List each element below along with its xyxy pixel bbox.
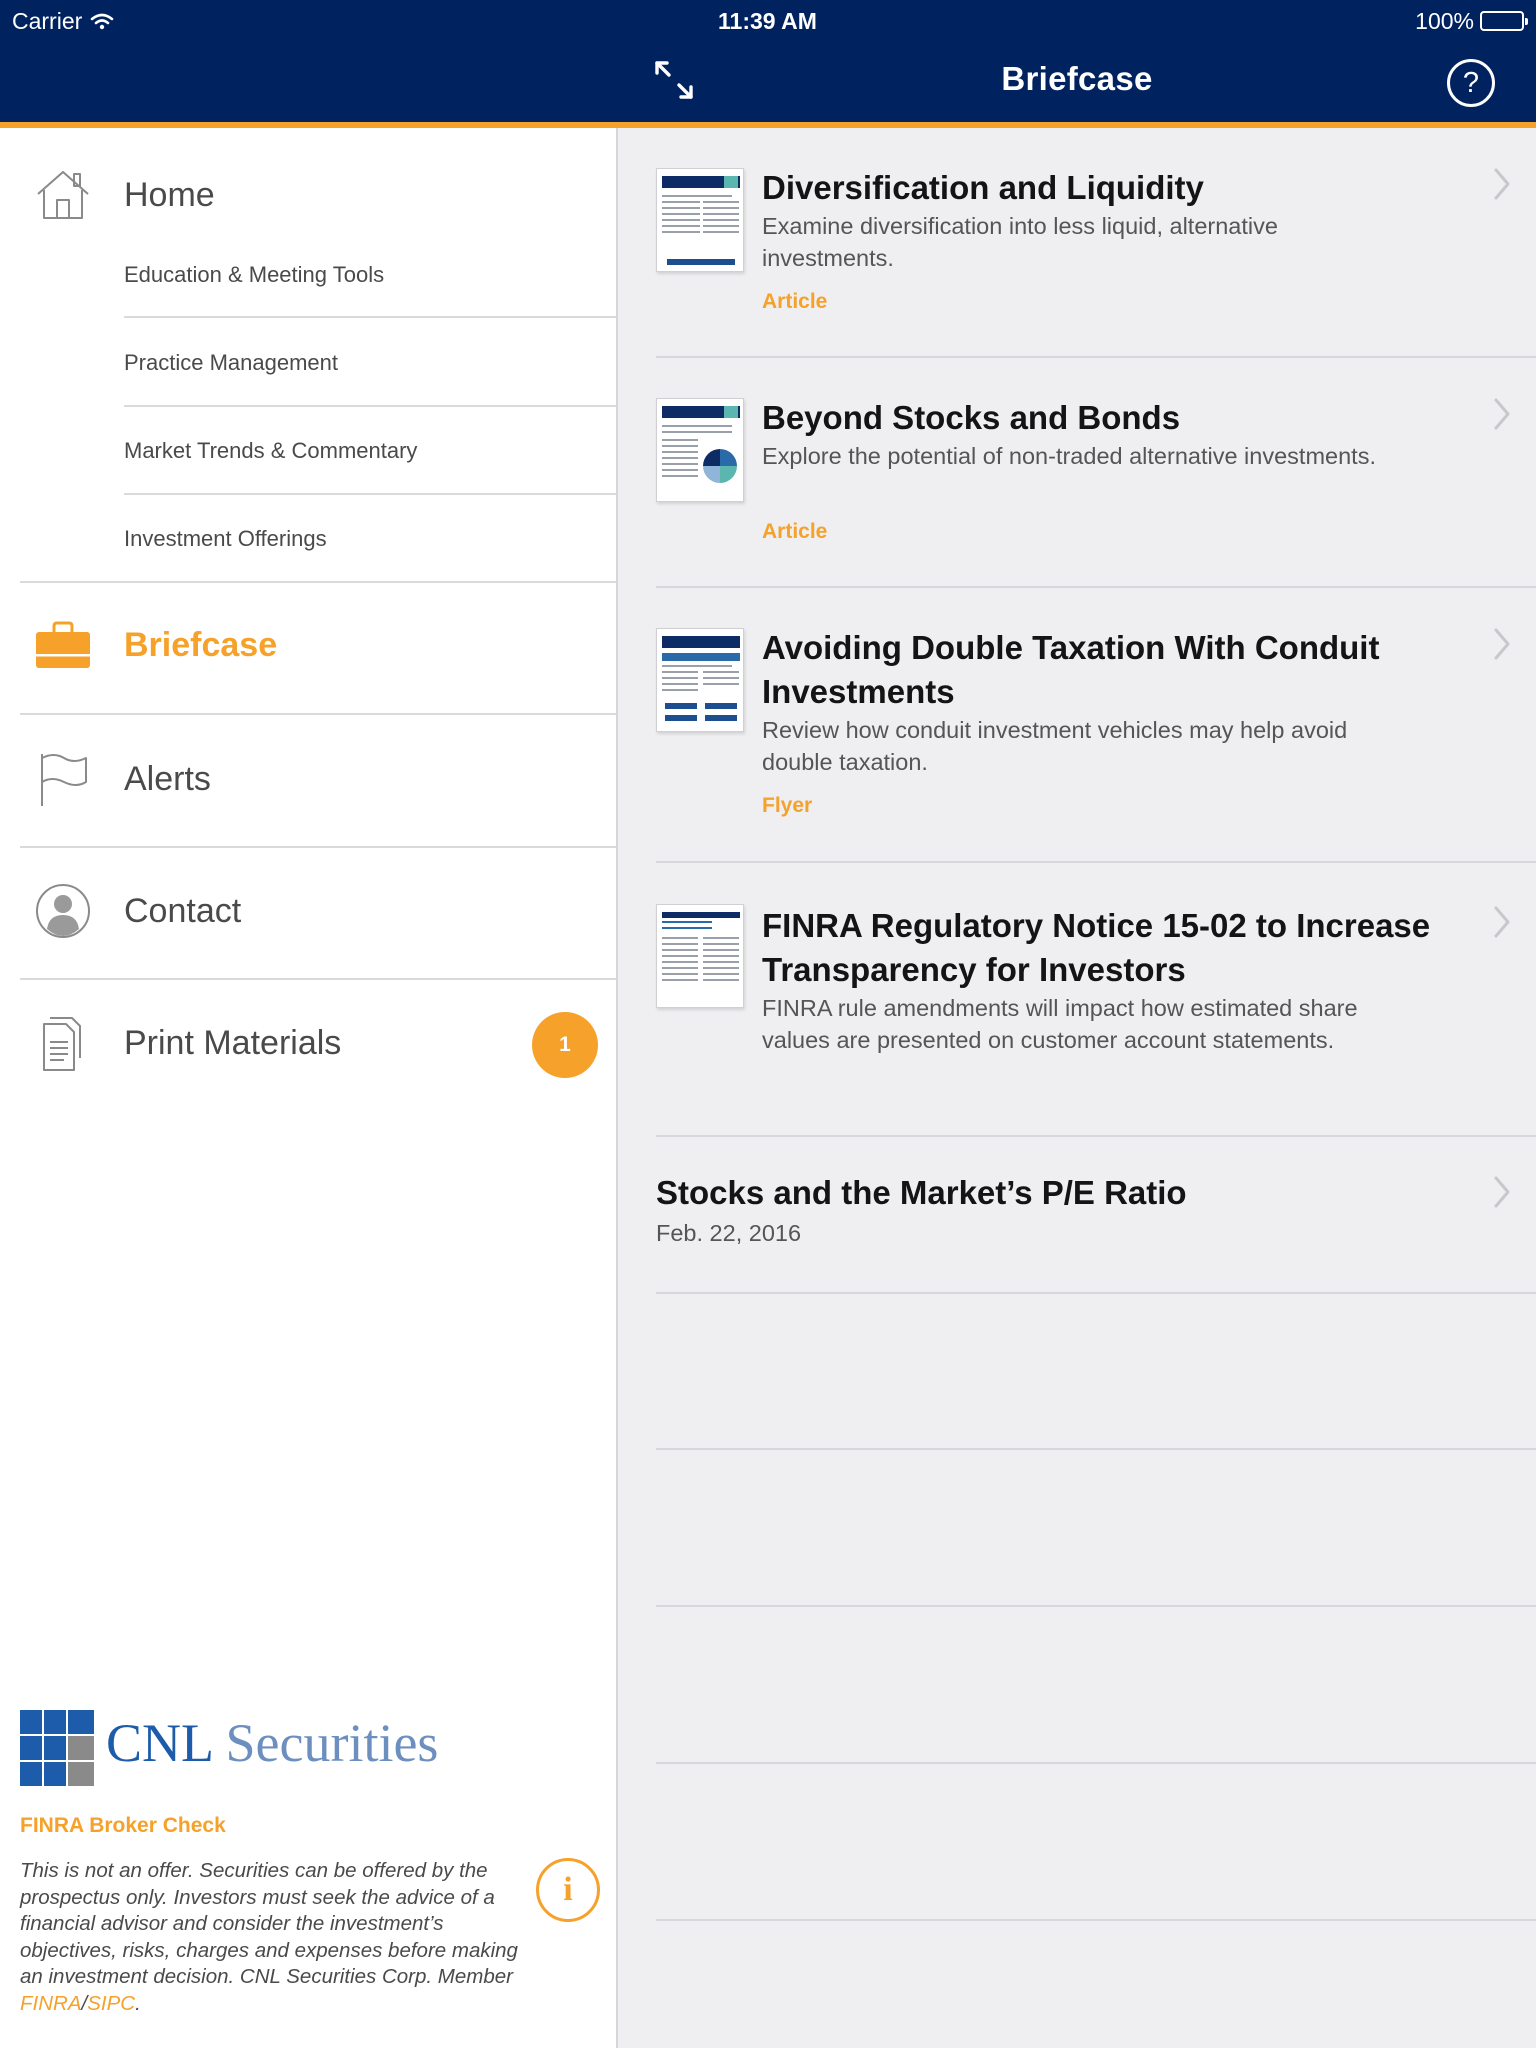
disclaimer-end: .: [135, 1991, 141, 2015]
status-time: 11:39 AM: [718, 8, 817, 34]
document-thumbnail: [656, 628, 744, 732]
divider: [20, 846, 616, 848]
chevron-right-icon: [1494, 168, 1510, 200]
divider: [656, 1135, 1536, 1137]
item-date: Feb. 22, 2016: [656, 1220, 802, 1246]
document-icon: [43, 1017, 81, 1071]
briefcase-icon: [36, 621, 90, 668]
document-thumbnail: [656, 904, 744, 1008]
home-icon: [37, 171, 89, 219]
page-title: Briefcase: [1001, 60, 1153, 97]
document-thumbnail: [656, 398, 744, 502]
status-carrier: Carrier: [12, 6, 114, 36]
sidebar-subitem-market-trends[interactable]: Market Trends & Commentary: [124, 438, 417, 464]
divider: [124, 316, 616, 318]
disclaimer-body: This is not an offer. Securities can be …: [20, 1859, 518, 1988]
chevron-right-icon: [1494, 906, 1510, 938]
logo-mark: [20, 1710, 94, 1786]
item-type-label: Flyer: [762, 794, 813, 817]
item-title: Beyond Stocks and Bonds: [762, 399, 1181, 436]
wifi-icon: [90, 13, 114, 30]
chevron-right-icon: [1494, 628, 1510, 660]
chevron-right-icon: [1494, 1176, 1510, 1208]
briefcase-item[interactable]: Avoiding Double Taxation With Conduit In…: [656, 626, 1536, 862]
battery-icon: [1480, 11, 1528, 31]
chevron-right-icon: [1494, 398, 1510, 430]
sidebar-item-label: Home: [124, 176, 215, 214]
document-thumbnail: [656, 168, 744, 272]
disclaimer-text: This is not an offer. Securities can be …: [20, 1858, 540, 2017]
person-icon: [36, 884, 90, 938]
notification-badge: 1: [532, 1012, 598, 1078]
sipc-link[interactable]: SIPC: [87, 1992, 135, 2015]
divider: [656, 1292, 1536, 1294]
sidebar-subitem-investment-offerings[interactable]: Investment Offerings: [124, 526, 327, 552]
info-button[interactable]: i: [536, 1858, 600, 1922]
divider: [20, 713, 616, 715]
item-description: FINRA rule amendments will impact how es…: [762, 995, 1358, 1053]
item-title: FINRA Regulatory Notice 15-02 to Increas…: [762, 907, 1431, 988]
item-title: Avoiding Double Taxation With Conduit In…: [762, 629, 1380, 710]
logo-securities: Securities: [225, 1713, 439, 1773]
divider: [656, 586, 1536, 588]
sidebar-subitem-practice[interactable]: Practice Management: [124, 350, 338, 376]
divider: [656, 1762, 1536, 1764]
divider: [656, 1919, 1536, 1921]
logo-wordmark: CNL Securities: [106, 1712, 438, 1774]
briefcase-item[interactable]: FINRA Regulatory Notice 15-02 to Increas…: [656, 904, 1536, 1134]
divider: [656, 1605, 1536, 1607]
briefcase-item[interactable]: Beyond Stocks and Bonds Explore the pote…: [656, 396, 1536, 586]
divider: [656, 861, 1536, 863]
item-type-label: Article: [762, 290, 828, 313]
help-button[interactable]: ?: [1447, 59, 1495, 107]
battery-label: 100%: [1415, 8, 1474, 34]
flag-icon: [41, 754, 87, 806]
divider: [20, 978, 616, 980]
item-description: Explore the potential of non-traded alte…: [762, 443, 1376, 469]
logo-cnl: CNL: [106, 1713, 212, 1773]
cnl-securities-logo: CNL Securities: [20, 1710, 480, 1790]
sidebar-item-briefcase[interactable]: Briefcase: [0, 616, 616, 676]
sidebar-item-label: Print Materials: [124, 1024, 342, 1062]
sidebar-item-label: Briefcase: [124, 626, 278, 664]
sidebar-item-label: Alerts: [124, 760, 211, 798]
item-description: Review how conduit investment vehicles m…: [762, 717, 1348, 775]
item-title[interactable]: Stocks and the Market’s P/E Ratio: [656, 1174, 1187, 1212]
item-type-label: Article: [762, 520, 828, 543]
status-battery: 100%: [1415, 6, 1528, 36]
carrier-label: Carrier: [12, 8, 83, 34]
divider: [20, 581, 616, 583]
briefcase-item[interactable]: Diversification and Liquidity Examine di…: [656, 166, 1536, 356]
finra-link[interactable]: FINRA: [20, 1992, 82, 2015]
sidebar-subitem-education[interactable]: Education & Meeting Tools: [124, 262, 384, 288]
sidebar-item-alerts[interactable]: Alerts: [0, 750, 616, 810]
divider: [656, 1448, 1536, 1450]
sidebar-item-label: Contact: [124, 892, 242, 930]
sidebar-item-print-materials[interactable]: Print Materials: [0, 1014, 616, 1074]
sidebar-item-contact[interactable]: Contact: [0, 882, 616, 942]
item-description: Examine diversification into less liquid…: [762, 213, 1278, 271]
finra-broker-check-link[interactable]: FINRA Broker Check: [20, 1814, 226, 1838]
divider: [124, 493, 616, 495]
sidebar-divider: [616, 128, 618, 2048]
divider: [656, 356, 1536, 358]
sidebar-item-home[interactable]: Home: [0, 166, 616, 226]
item-title: Diversification and Liquidity: [762, 169, 1204, 206]
divider: [124, 405, 616, 407]
